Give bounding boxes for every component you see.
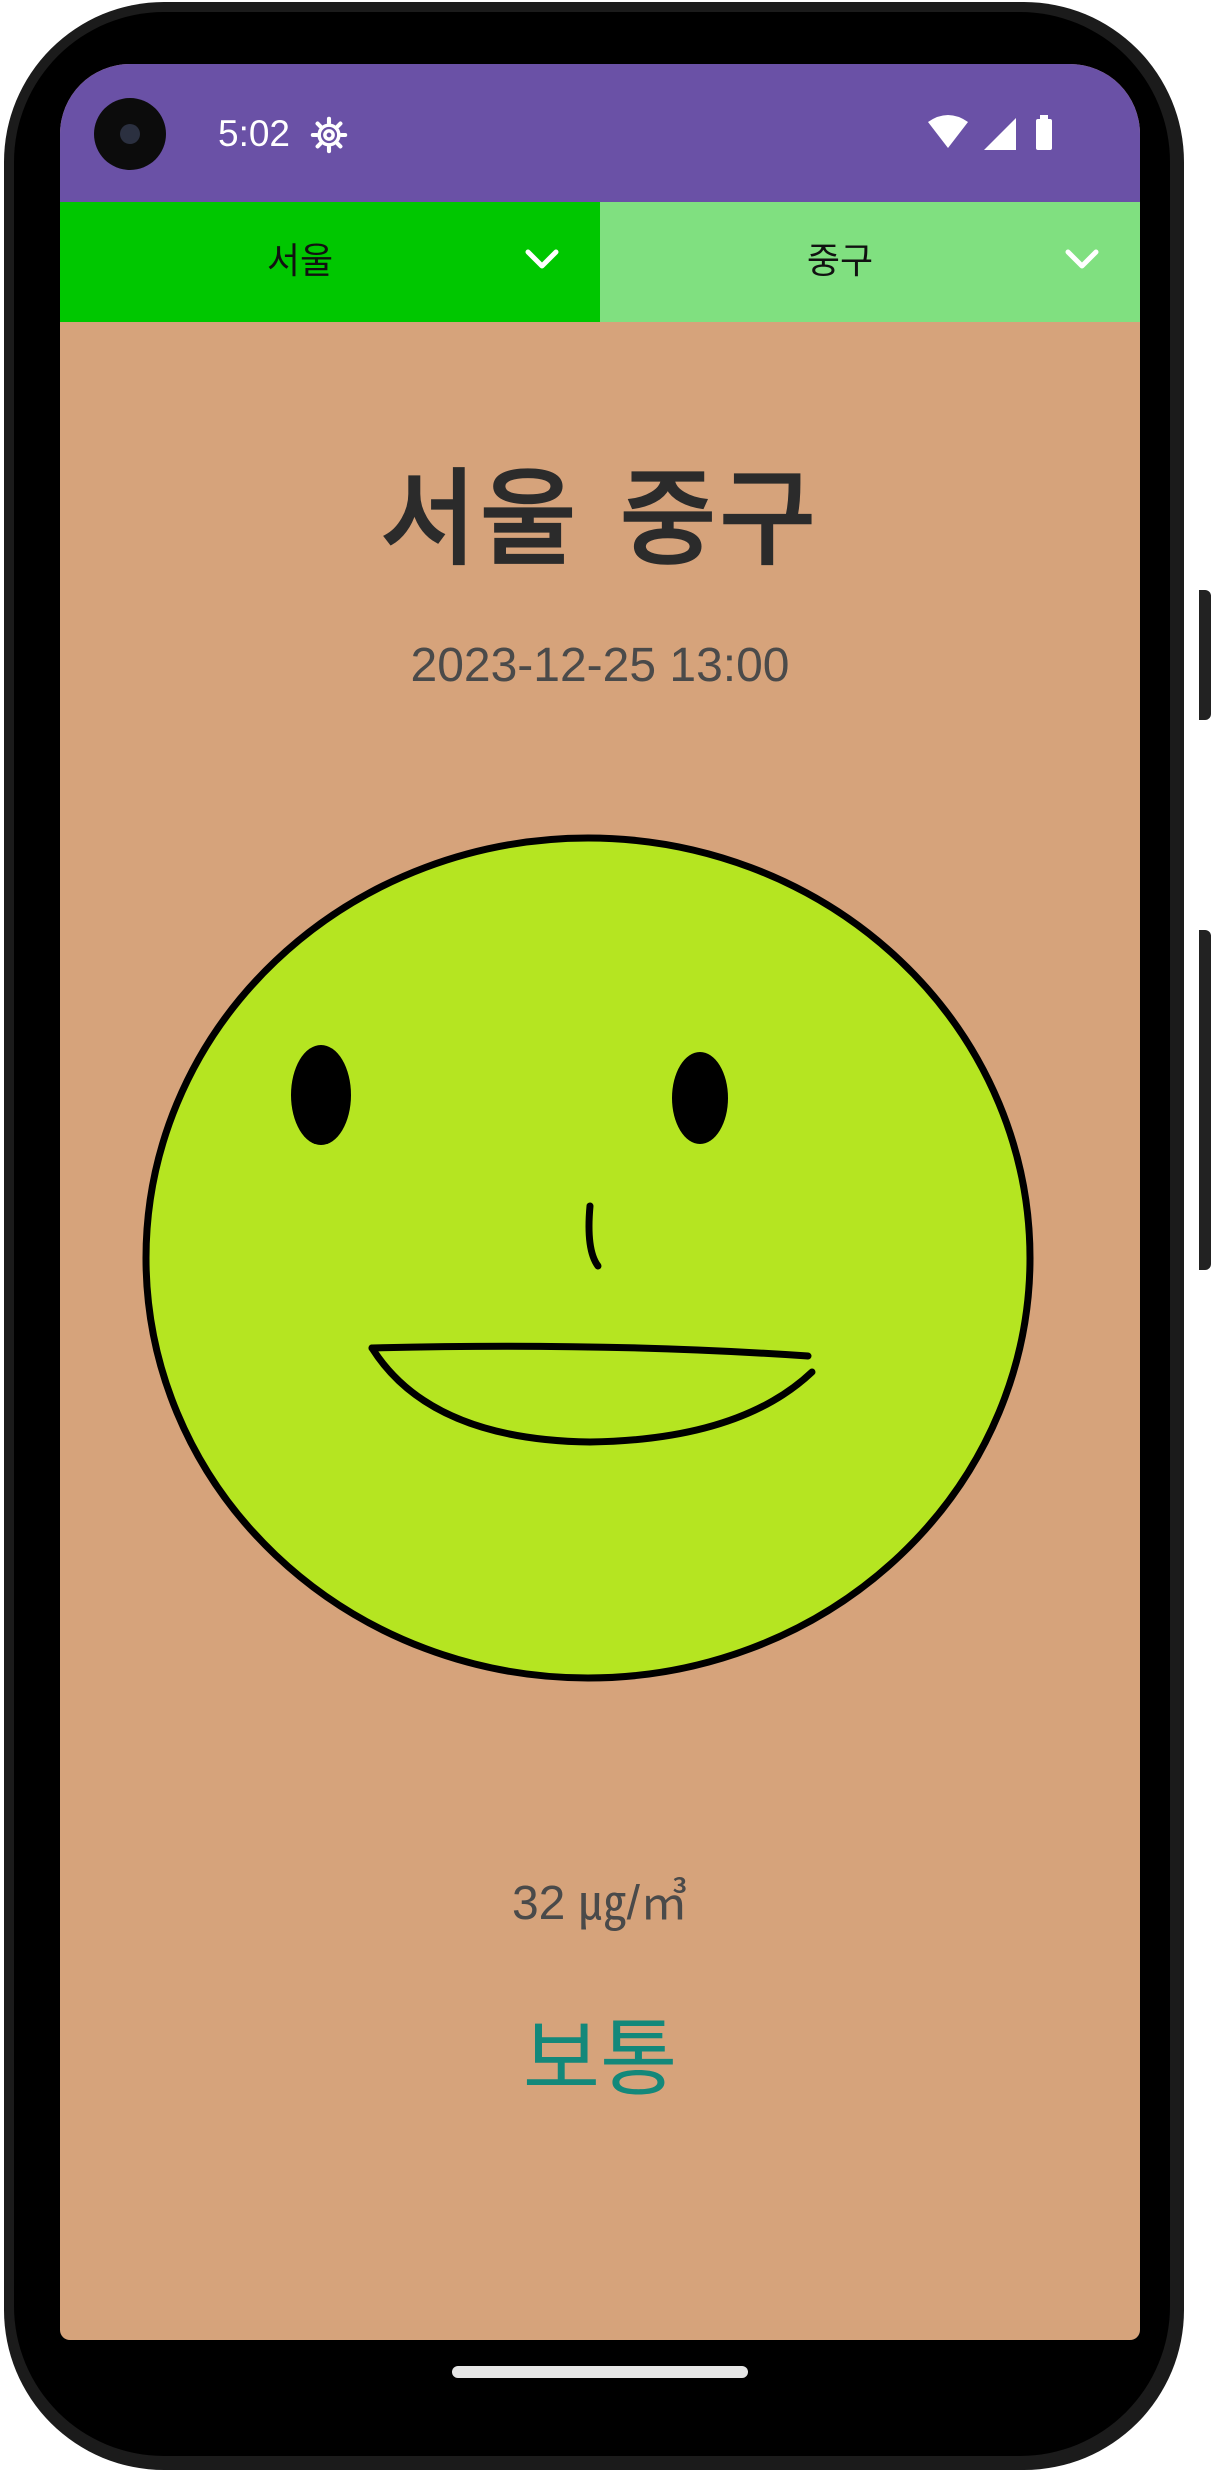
power-button [1199, 590, 1211, 720]
district-spinner-value: 중구 [806, 241, 874, 282]
volume-button [1199, 930, 1211, 1270]
left-eye [291, 1045, 351, 1145]
cellular-signal-icon [984, 118, 1016, 150]
smiley-face-icon [142, 834, 1034, 1682]
city-spinner-value: 서울 [266, 241, 334, 282]
air-quality-grade: 보통 [522, 2010, 678, 2108]
measured-time: 2023-12-25 13:00 [410, 639, 790, 692]
app-screen: 5:02 서울 중구 서울 중구 2023-12-25 13:00 32 ㎍/㎥… [60, 64, 1140, 2340]
settings-gear-icon [310, 116, 348, 154]
status-clock: 5:02 [218, 113, 291, 154]
chevron-down-icon [525, 249, 559, 269]
phone-device: 5:02 서울 중구 서울 중구 2023-12-25 13:00 32 ㎍/㎥… [0, 0, 1211, 2474]
home-indicator[interactable] [452, 2366, 748, 2378]
concentration-value: 32 ㎍/㎥ [511, 1877, 689, 1930]
status-bar: 5:02 [60, 64, 1140, 202]
wifi-icon [928, 115, 968, 148]
right-eye [672, 1052, 728, 1144]
location-title: 서울 중구 [380, 458, 820, 580]
district-spinner[interactable]: 중구 [600, 202, 1140, 322]
battery-icon [1036, 115, 1052, 150]
system-status-icons [928, 115, 1052, 150]
region-selector: 서울 중구 [60, 202, 1140, 322]
chevron-down-icon [1065, 249, 1099, 269]
city-spinner[interactable]: 서울 [60, 202, 600, 322]
camera-hole [94, 98, 166, 170]
